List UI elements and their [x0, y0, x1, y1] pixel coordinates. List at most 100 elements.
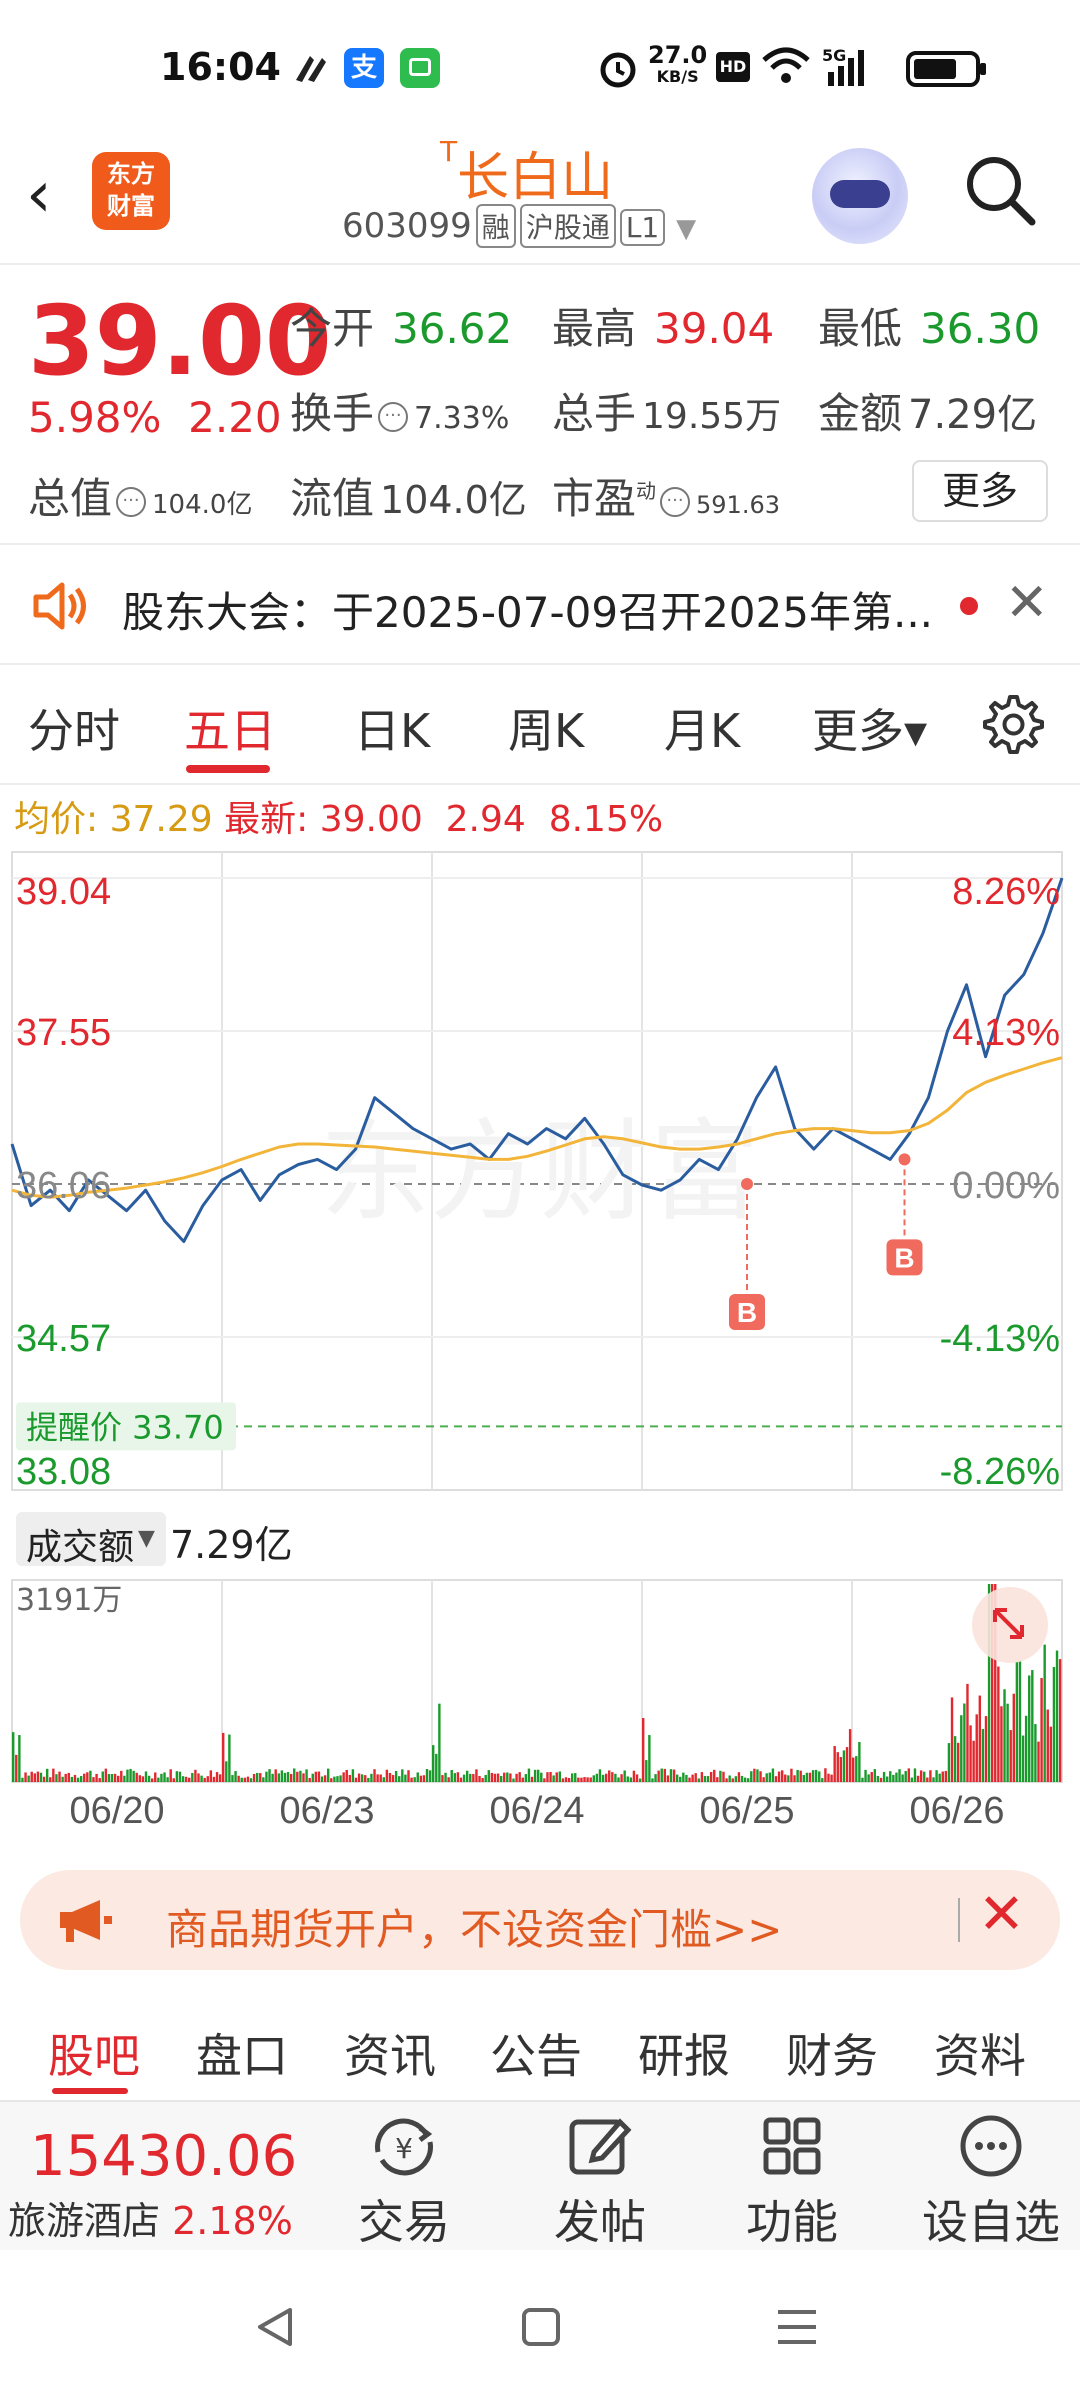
nav-menu-icon[interactable] [772, 2302, 822, 2352]
tab-news[interactable]: 资讯 [344, 2020, 436, 2086]
volume-bar [36, 1771, 40, 1782]
active-tab-indicator [52, 2088, 128, 2094]
volume-bar [703, 1776, 707, 1782]
speaker-icon [33, 582, 86, 630]
volume-bar [58, 1771, 61, 1782]
tab-forum[interactable]: 股吧 [48, 2020, 140, 2086]
tab-intraday[interactable]: 分时 [28, 695, 120, 761]
tab-more[interactable]: 更多▾ [812, 695, 927, 761]
volume-bar [225, 1761, 228, 1782]
volume-bar [469, 1773, 472, 1782]
volume-bar [540, 1772, 543, 1782]
stock-code-row[interactable]: 603099 融沪股通 L1 ▼ [342, 204, 696, 248]
sector-name[interactable]: 旅游酒店 2.18% [8, 2190, 293, 2245]
sector-index-value[interactable]: 15430.06 [30, 2124, 297, 2189]
volume-bar [978, 1695, 982, 1782]
volume-bar [611, 1772, 614, 1782]
volume-bar [188, 1777, 191, 1782]
x-tick-label: 06/23 [279, 1790, 375, 1832]
volume-bar [889, 1771, 892, 1782]
volume-bar [750, 1771, 753, 1782]
volume-bar [475, 1769, 478, 1782]
back-icon[interactable]: ‹ [26, 158, 52, 232]
more-button[interactable]: 更多 [912, 460, 1048, 522]
volume-bar [731, 1778, 734, 1782]
chevron-down-icon: ▼ [138, 1526, 155, 1551]
assistant-avatar[interactable] [812, 148, 908, 244]
volume-bar [740, 1775, 744, 1782]
volume-bar [530, 1776, 534, 1782]
volume-bar [623, 1770, 626, 1782]
low-cell: 最低 36.30 [818, 304, 1041, 353]
amount-cell: 金额 7.29亿 [818, 389, 1038, 438]
tab-profile[interactable]: 资料 [934, 2020, 1026, 2086]
tab-daily-k[interactable]: 日K [354, 695, 430, 761]
expand-icon[interactable] [972, 1587, 1048, 1663]
close-icon[interactable]: ✕ [978, 1882, 1025, 1947]
avg-value: 37.29 [109, 799, 213, 840]
volume-bar [268, 1769, 271, 1782]
x-axis-labels: 06/20 06/23 06/24 06/25 06/26 [0, 1790, 1080, 1840]
volume-bar [141, 1776, 145, 1782]
volume-bar [388, 1772, 392, 1782]
volume-bar [271, 1773, 274, 1782]
add-watchlist-button[interactable]: 设自选 [902, 2112, 1080, 2252]
volume-bar [963, 1703, 966, 1782]
volume-bar [910, 1777, 914, 1782]
volume-bar [357, 1773, 361, 1782]
volume-bar [947, 1743, 951, 1782]
volume-bar [370, 1773, 373, 1782]
info-icon: ··· [378, 401, 409, 432]
volume-bar [802, 1774, 805, 1782]
volume-bar [215, 1772, 219, 1782]
battery-icon [906, 51, 986, 87]
chart-tabs: 分时 五日 日K 周K 月K 更多▾ [0, 665, 1080, 785]
volume-bar [969, 1725, 972, 1782]
volume-bar [407, 1770, 410, 1782]
notice-bar[interactable]: 股东大会：于2025-07-09召开2025年第... ✕ [0, 545, 1080, 665]
nav-back-icon[interactable] [250, 2302, 300, 2352]
volume-bar [274, 1769, 277, 1782]
volume-bar [555, 1772, 558, 1782]
volume-bar [626, 1776, 629, 1782]
volume-bar [175, 1771, 179, 1782]
volume-bar [200, 1775, 203, 1782]
tab-monthly-k[interactable]: 月K [664, 695, 740, 761]
tab-announcements[interactable]: 公告 [490, 2020, 582, 2086]
volume-bar [709, 1771, 713, 1782]
tab-research[interactable]: 研报 [638, 2020, 730, 2086]
volume-bar [697, 1778, 700, 1782]
functions-button[interactable]: 功能 [712, 2112, 872, 2252]
volume-selector[interactable]: 成交额 ▼ [16, 1512, 166, 1568]
volume-bar [654, 1774, 657, 1782]
volume-bar [144, 1771, 148, 1782]
volume-bar [1040, 1678, 1043, 1782]
trade-button[interactable]: ¥ 交易 [324, 2112, 484, 2252]
x-tick-label: 06/20 [69, 1790, 165, 1832]
tab-orderbook[interactable]: 盘口 [196, 2020, 288, 2086]
tab-five-day[interactable]: 五日 [184, 695, 276, 761]
volume-bar [790, 1768, 793, 1782]
gear-icon[interactable] [980, 691, 1044, 755]
volume-bar [827, 1773, 830, 1782]
volume-bar [444, 1772, 447, 1782]
volume-bar [574, 1773, 577, 1782]
volume-bar [669, 1769, 673, 1782]
five-day-price-chart[interactable]: 东方财富 39.04 37.55 36.06 34.57 33.08 8.26% 4.13%… [0, 850, 1080, 1510]
volume-bar [52, 1768, 55, 1782]
eastmoney-logo[interactable]: 东方 财富 [92, 152, 170, 230]
latest-pct: 8.15% [548, 799, 664, 840]
search-icon[interactable] [962, 152, 1038, 228]
tab-weekly-k[interactable]: 周K [508, 695, 584, 761]
volume-bar [438, 1703, 441, 1782]
alarm-icon [600, 52, 636, 88]
volume-bar [682, 1772, 685, 1782]
close-icon[interactable]: ✕ [1005, 573, 1049, 633]
nav-home-icon[interactable] [516, 2302, 566, 2352]
volume-bar [793, 1775, 796, 1782]
promo-banner[interactable]: 商品期货开户，不设资金门槛>> ✕ [20, 1870, 1060, 1970]
tab-finance[interactable]: 财务 [786, 2020, 878, 2086]
post-button[interactable]: 发帖 [520, 2112, 680, 2252]
volume-bar [24, 1772, 27, 1782]
volume-bar [425, 1769, 429, 1782]
